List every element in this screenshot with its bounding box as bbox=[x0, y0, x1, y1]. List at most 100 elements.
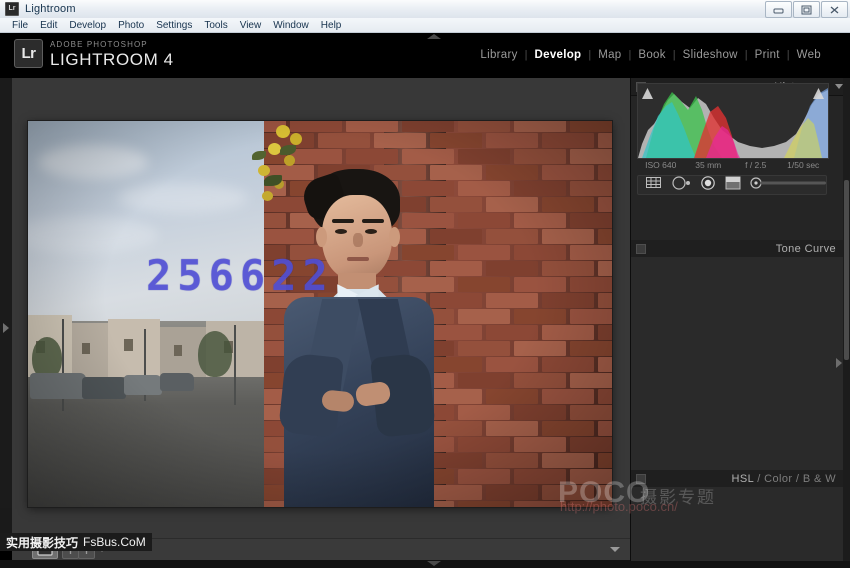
module-picker: Library|Develop|Map|Book|Slideshow|Print… bbox=[473, 49, 828, 61]
brick bbox=[598, 453, 612, 468]
brick bbox=[458, 469, 510, 484]
hsl-title-bw[interactable]: B & W bbox=[803, 473, 836, 485]
brick bbox=[486, 421, 538, 436]
brick-row bbox=[264, 149, 612, 166]
brick bbox=[598, 229, 612, 244]
brick bbox=[570, 277, 612, 292]
watermark-bottom-bar: 实用摄影技巧 FsBus.CoM bbox=[0, 533, 152, 551]
menu-item-settings[interactable]: Settings bbox=[150, 18, 198, 33]
app-header: Lr ADOBE PHOTOSHOP LIGHTROOM 4 Library|D… bbox=[0, 33, 850, 78]
brick bbox=[542, 293, 594, 308]
spot-removal-tool[interactable] bbox=[671, 176, 691, 195]
lightroom-window: Lr Lightroom FileEditDevelopPhotoSett bbox=[0, 0, 850, 551]
filmstrip-toggle[interactable] bbox=[427, 560, 441, 568]
brick bbox=[570, 213, 612, 228]
maximize-icon bbox=[801, 5, 812, 15]
hsl-title-hsl[interactable]: HSL bbox=[732, 473, 754, 485]
watermark-bottom-cn: 实用摄影技巧 bbox=[6, 534, 78, 551]
menu-item-tools[interactable]: Tools bbox=[198, 18, 233, 33]
hsl-title-color[interactable]: Color bbox=[764, 473, 792, 485]
brick bbox=[486, 261, 538, 276]
hsl-body: HueSaturationLuminanceAll Hue Red0 bbox=[631, 487, 850, 561]
brick bbox=[542, 261, 594, 276]
module-print[interactable]: Print bbox=[748, 49, 787, 61]
tone-curve-panel-switch[interactable] bbox=[636, 244, 646, 254]
hsl-panel-header[interactable]: HSL / Color / B & W bbox=[631, 470, 850, 488]
scrollbar-thumb[interactable] bbox=[844, 180, 849, 360]
menu-item-photo[interactable]: Photo bbox=[112, 18, 150, 33]
module-slideshow[interactable]: Slideshow bbox=[676, 49, 745, 61]
right-panel-toggle-arrow-icon[interactable] bbox=[836, 358, 842, 368]
top-panel-toggle[interactable] bbox=[427, 33, 441, 39]
module-develop[interactable]: Develop bbox=[528, 49, 589, 61]
menu-item-window[interactable]: Window bbox=[267, 18, 315, 33]
brick bbox=[318, 133, 370, 148]
brick bbox=[346, 121, 398, 132]
minimize-icon bbox=[773, 5, 784, 14]
left-panel-toggle-arrow-icon[interactable] bbox=[3, 323, 9, 333]
module-map[interactable]: Map bbox=[591, 49, 628, 61]
brick bbox=[458, 149, 510, 164]
exif-value: ISO 640 bbox=[637, 160, 685, 170]
brick bbox=[570, 181, 612, 196]
crop-overlay-tool[interactable] bbox=[645, 176, 662, 194]
toolbar-collapse-caret-icon[interactable] bbox=[610, 547, 620, 552]
menu-item-develop[interactable]: Develop bbox=[63, 18, 112, 33]
brick bbox=[598, 389, 612, 404]
module-library[interactable]: Library bbox=[473, 49, 524, 61]
brick bbox=[598, 357, 612, 372]
hsl-panel-title: HSL / Color / B & W bbox=[732, 473, 836, 485]
brick bbox=[542, 229, 594, 244]
menu-item-help[interactable]: Help bbox=[315, 18, 348, 33]
hsl-panel-switch[interactable] bbox=[636, 474, 646, 484]
identity-text: ADOBE PHOTOSHOP LIGHTROOM 4 bbox=[50, 41, 174, 68]
tone-curve-panel-header[interactable]: Tone Curve bbox=[631, 240, 850, 258]
brick bbox=[486, 165, 538, 180]
brick bbox=[402, 121, 454, 132]
brick-row bbox=[264, 133, 612, 150]
brick bbox=[486, 325, 538, 340]
brick bbox=[290, 149, 342, 164]
brick bbox=[542, 133, 594, 148]
brick bbox=[542, 197, 594, 212]
brick bbox=[346, 149, 398, 164]
brick bbox=[542, 485, 594, 500]
develop-tool-strip bbox=[637, 175, 827, 195]
adjustment-brush-tool[interactable] bbox=[750, 176, 828, 194]
window-title-bar: Lr Lightroom bbox=[0, 0, 850, 19]
brick bbox=[458, 213, 510, 228]
brick bbox=[570, 437, 612, 452]
brick bbox=[458, 501, 510, 507]
histogram-graph[interactable] bbox=[637, 83, 829, 159]
chevron-down-icon[interactable] bbox=[835, 84, 843, 89]
menu-item-file[interactable]: File bbox=[6, 18, 34, 33]
brick bbox=[486, 389, 538, 404]
brick bbox=[570, 373, 612, 388]
brick bbox=[514, 405, 566, 420]
identity-plate[interactable]: Lr ADOBE PHOTOSHOP LIGHTROOM 4 bbox=[14, 39, 174, 68]
red-eye-correction-tool[interactable] bbox=[700, 176, 716, 195]
menu-item-edit[interactable]: Edit bbox=[34, 18, 63, 33]
photo-frame[interactable]: 256622 bbox=[28, 121, 612, 507]
graduated-filter-tool[interactable] bbox=[725, 176, 741, 195]
lr-icon: Lr bbox=[5, 2, 19, 16]
brick bbox=[570, 245, 612, 260]
brick bbox=[570, 405, 612, 420]
module-web[interactable]: Web bbox=[790, 49, 828, 61]
right-panel-scrollbar[interactable] bbox=[843, 78, 850, 561]
brick bbox=[542, 357, 594, 372]
maximize-button[interactable] bbox=[793, 1, 820, 18]
tone-curve-body bbox=[631, 257, 850, 477]
image-stage[interactable]: 256622 bbox=[12, 78, 630, 538]
photo-street bbox=[28, 321, 268, 507]
brick bbox=[430, 133, 482, 148]
brick bbox=[570, 149, 612, 164]
module-book[interactable]: Book bbox=[631, 49, 672, 61]
minimize-button[interactable] bbox=[765, 1, 792, 18]
brick bbox=[486, 197, 538, 212]
close-button[interactable] bbox=[821, 1, 848, 18]
menu-item-view[interactable]: View bbox=[234, 18, 268, 33]
filmstrip-bar bbox=[0, 560, 850, 568]
brick bbox=[514, 245, 566, 260]
brick bbox=[542, 453, 594, 468]
